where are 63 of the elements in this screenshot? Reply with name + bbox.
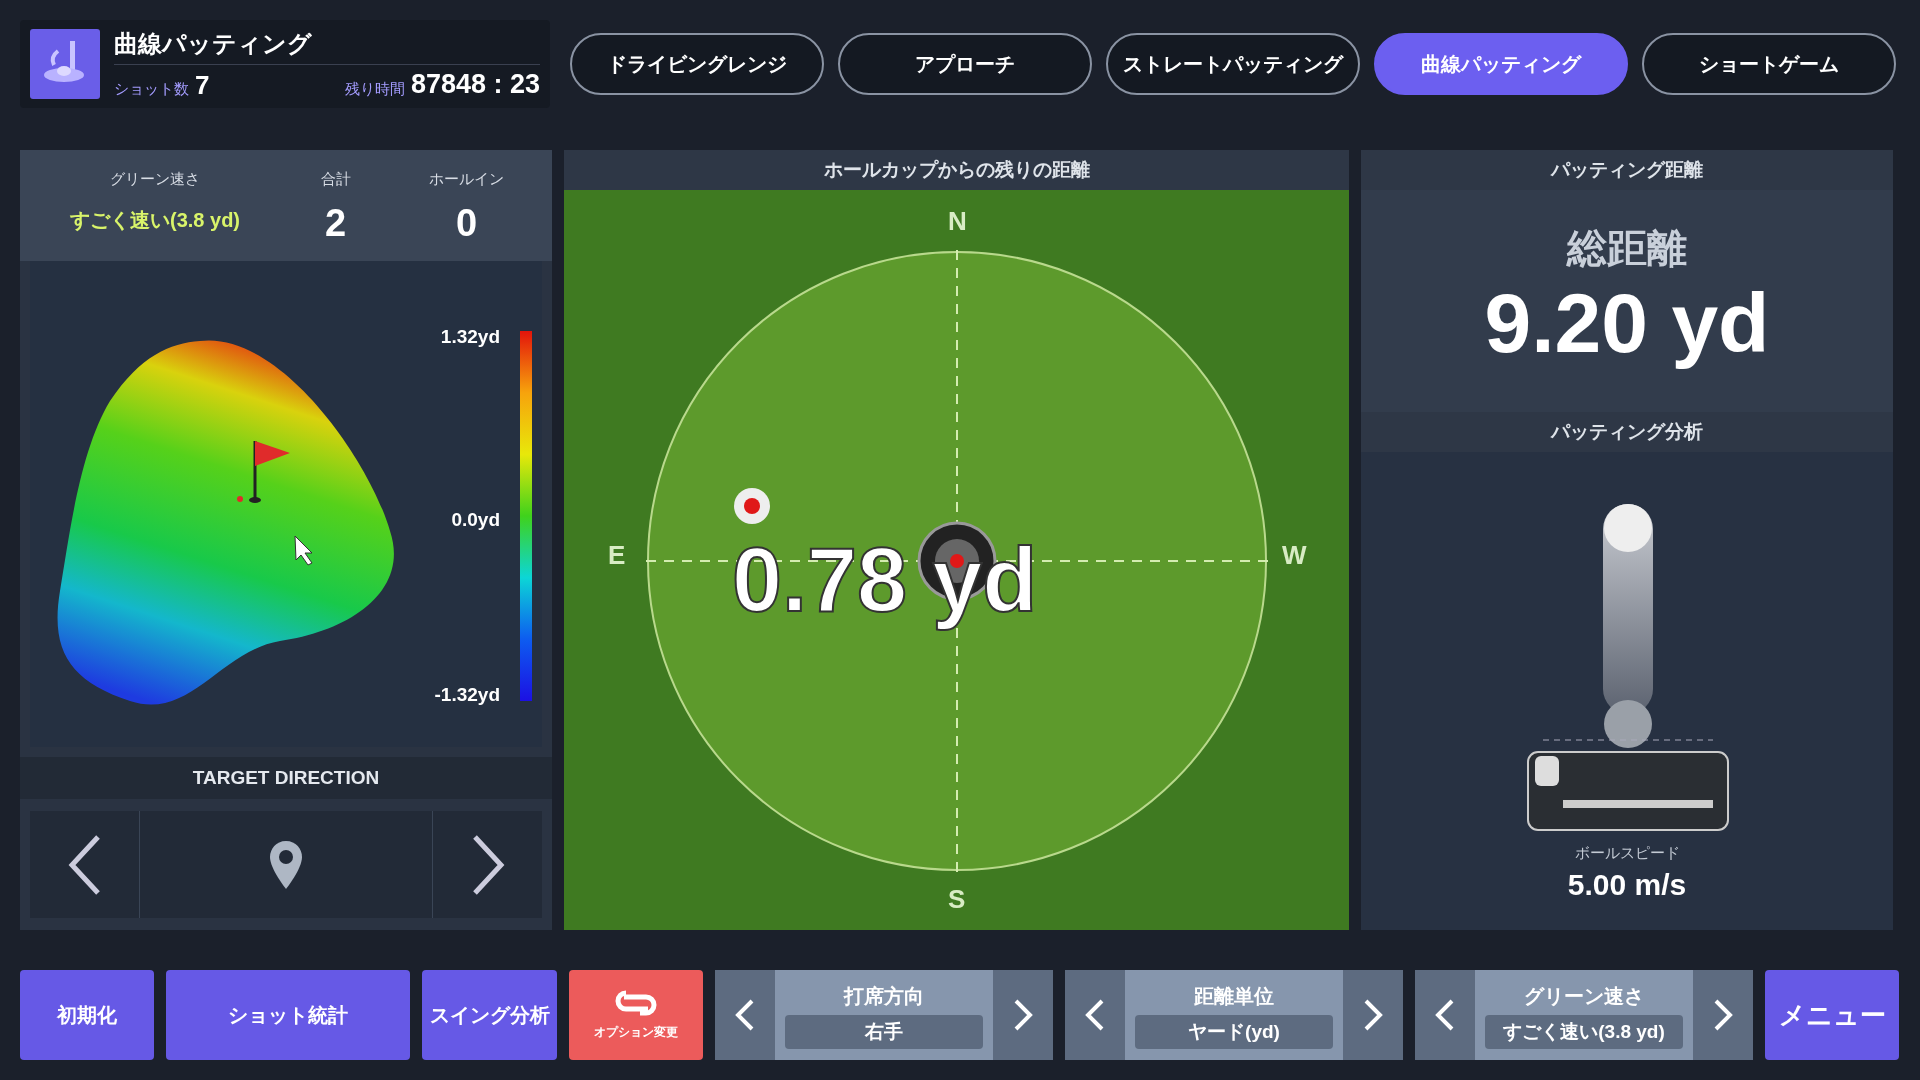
ball-speed-label: ボールスピード: [1573, 843, 1681, 863]
stat-value: 0: [455, 200, 478, 246]
target-direction-title: TARGET DIRECTION: [20, 757, 552, 800]
hole-distance-title: ホールカップからの残りの距離: [822, 158, 1091, 182]
putting-analysis-title: パッティング分析: [1361, 412, 1893, 452]
header-title: 曲線パッティング: [114, 23, 540, 65]
next-button[interactable]: [993, 970, 1053, 1060]
compass-south: S: [948, 883, 966, 916]
flag-icon: [249, 441, 290, 504]
setting-title: グリーン速さ: [1524, 984, 1644, 1009]
setting-title: 打席方向: [844, 984, 924, 1009]
chevron-right-icon: [470, 834, 505, 895]
stat-value: 2: [324, 200, 347, 246]
scale-label: -1.32yd: [434, 683, 500, 708]
previous-button[interactable]: [1065, 970, 1125, 1060]
scale-label: 0.0yd: [451, 508, 500, 533]
action-button[interactable]: スイング分析: [422, 970, 557, 1060]
ball-speed-value: 5.00 m/s: [1566, 867, 1688, 903]
next-button[interactable]: [1693, 970, 1753, 1060]
mode-tab[interactable]: アプローチ: [838, 33, 1092, 95]
stat-label: 合計: [320, 169, 351, 189]
mode-tab[interactable]: ストレートパッティング: [1106, 33, 1360, 95]
location-pin-icon: [268, 838, 304, 891]
option-change-label: オプション変更: [594, 1024, 678, 1041]
chevron-left-icon: [1435, 999, 1455, 1031]
stat-label: ホールイン: [429, 169, 504, 189]
compass-west: W: [1282, 539, 1307, 572]
chevron-right-icon: [1013, 999, 1033, 1031]
scale-label: 1.32yd: [440, 325, 500, 350]
ball-icon: [732, 486, 772, 526]
mode-tab[interactable]: ドライビングレンジ: [570, 33, 824, 95]
chevron-left-icon: [735, 999, 755, 1031]
next-button[interactable]: [1343, 970, 1403, 1060]
total-distance-value: 9.20 yd: [1484, 278, 1770, 368]
ball-marker: [237, 496, 243, 503]
mode-tab[interactable]: ショートゲーム: [1642, 33, 1896, 95]
setting-title: 距離単位: [1194, 984, 1274, 1009]
compass-north: N: [948, 205, 967, 238]
setting-value: すごく速い(3.8 yd): [1485, 1015, 1683, 1049]
time-label: 残り時間: [344, 79, 405, 99]
action-button[interactable]: 初期化: [20, 970, 154, 1060]
stat-label: グリーン速さ: [110, 169, 200, 189]
chevron-right-icon: [1713, 999, 1733, 1031]
chevron-left-icon: [67, 834, 102, 895]
menu-button[interactable]: メニュー: [1765, 970, 1899, 1060]
putter-icon: [30, 29, 100, 99]
cursor-icon: [294, 535, 313, 566]
compass-east: E: [608, 539, 626, 572]
putting-distance-title: パッティング距離: [1361, 150, 1893, 190]
shots-label: ショット数: [114, 79, 189, 99]
stat-value: すごく速い(3.8 yd): [70, 207, 240, 233]
shots-count: 7: [195, 68, 210, 102]
setting-value: 右手: [785, 1015, 983, 1049]
remaining-time: 87848 : 23: [410, 68, 540, 101]
option-change-button[interactable]: オプション変更: [569, 970, 703, 1060]
chevron-right-icon: [1363, 999, 1383, 1031]
chevron-left-icon: [1085, 999, 1105, 1031]
mode-tab[interactable]: 曲線パッティング: [1374, 33, 1628, 95]
previous-button[interactable]: [1415, 970, 1475, 1060]
setting-value: ヤード(yd): [1135, 1015, 1333, 1049]
previous-button[interactable]: [715, 970, 775, 1060]
total-distance-label: 総距離: [1567, 225, 1687, 272]
action-button[interactable]: ショット統計: [166, 970, 410, 1060]
